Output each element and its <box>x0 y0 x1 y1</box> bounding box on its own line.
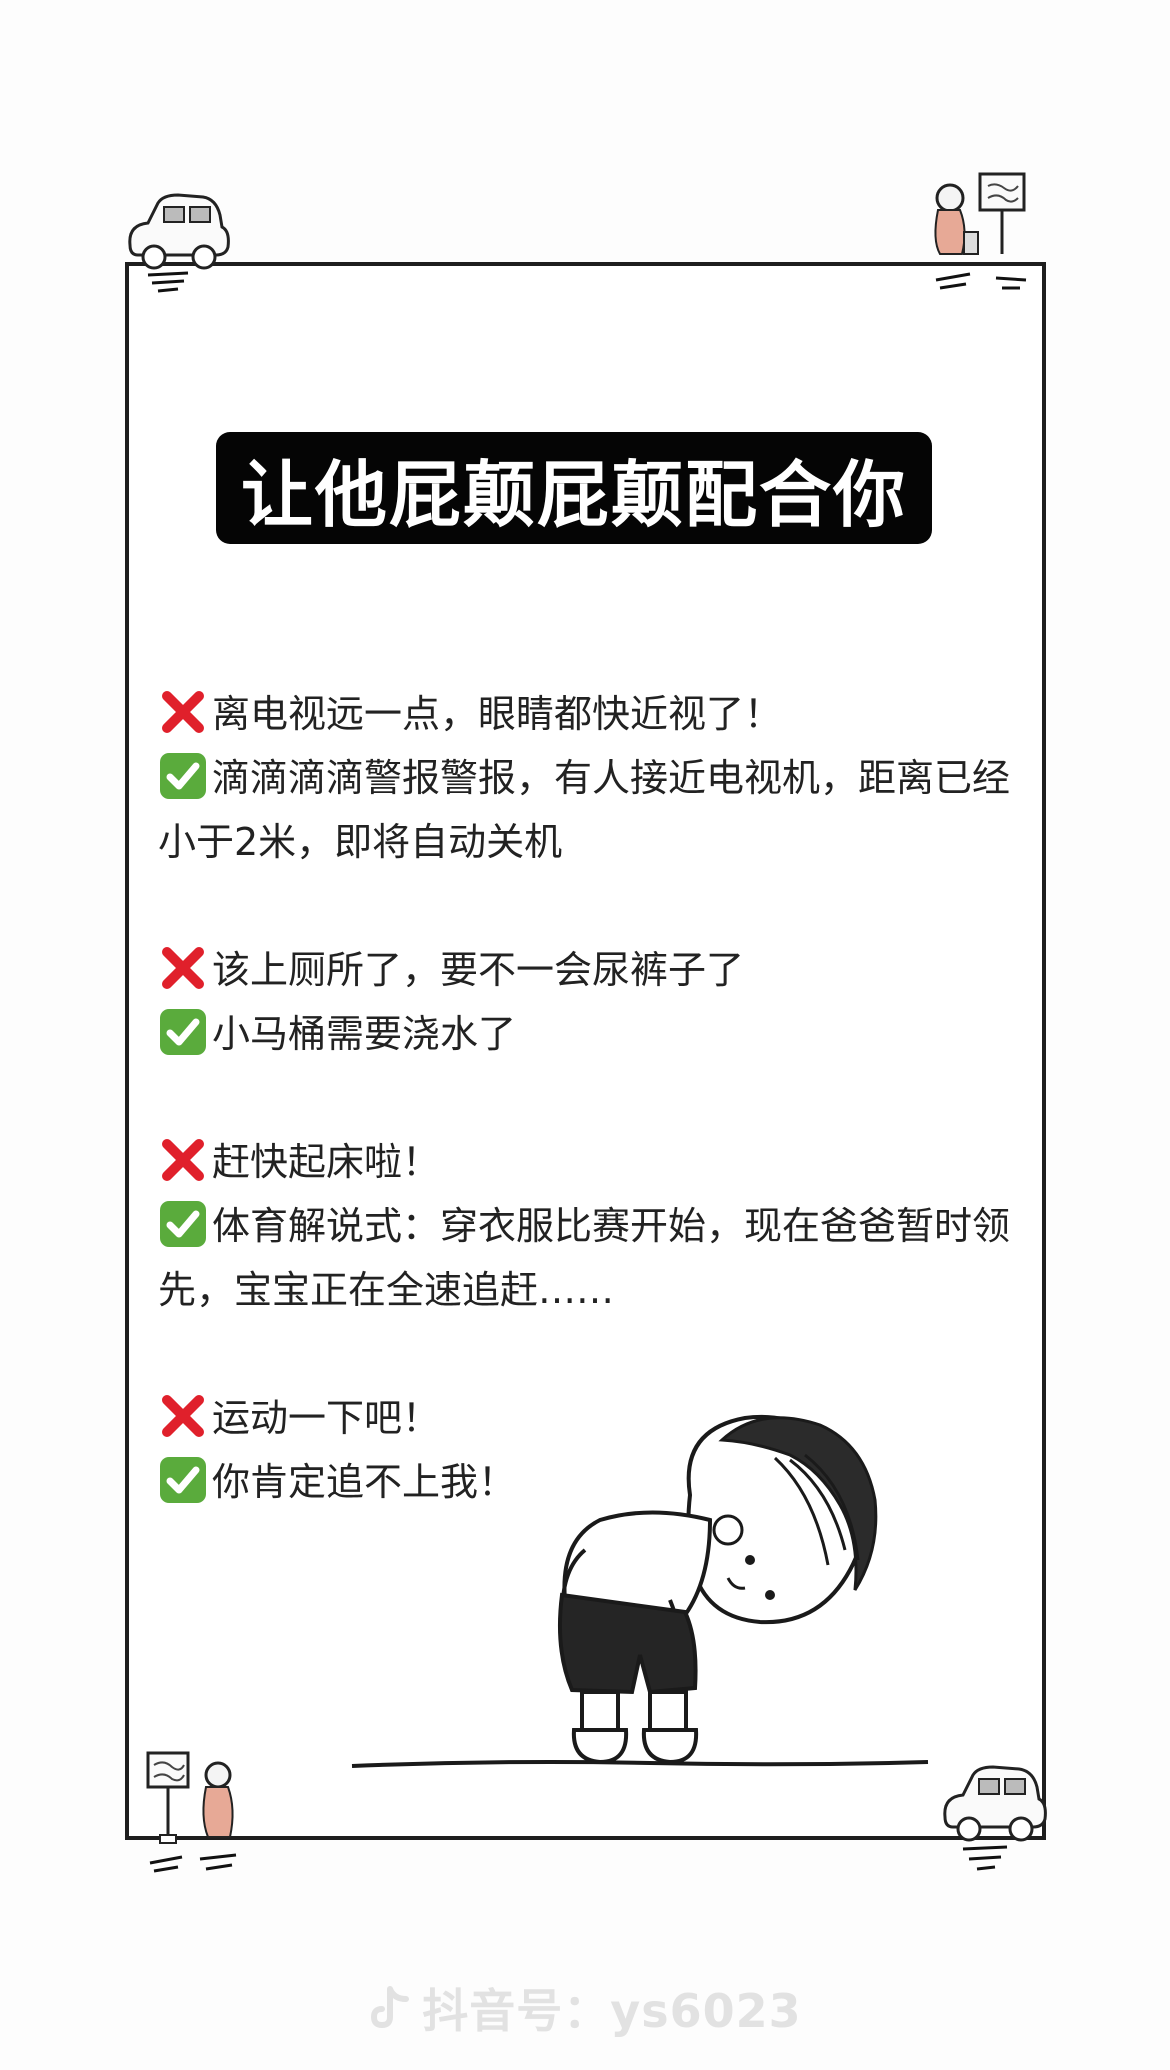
tip-group-1: 离电视远一点，眼睛都快近视了！ 滴滴滴滴警报警报，有人接近电视机，距离已经小于2… <box>158 682 1038 874</box>
right-phrase: 小马桶需要浇水了 <box>212 1012 517 1056</box>
page-title: 让他屁颠屁颠配合你 <box>240 452 907 537</box>
cross-mark-icon <box>158 943 208 993</box>
wrong-phrase: 该上厕所了，要不一会尿裤子了 <box>212 948 745 992</box>
wrong-phrase: 离电视远一点，眼睛都快近视了！ <box>212 692 783 736</box>
cross-mark-icon <box>158 1391 208 1441</box>
wrong-phrase: 赶快起床啦！ <box>212 1140 441 1184</box>
car-illustration-bottom-right <box>943 1765 1047 1871</box>
wrong-line: 离电视远一点，眼睛都快近视了！ <box>158 682 1038 746</box>
right-line: 小马桶需要浇水了 <box>158 1002 1038 1066</box>
cross-mark-icon <box>158 687 208 737</box>
douyin-logo-icon <box>368 1985 412 2044</box>
check-mark-icon <box>158 1199 208 1249</box>
car-illustration-top-left <box>128 193 230 293</box>
check-mark-icon <box>158 751 208 801</box>
right-phrase: 滴滴滴滴警报警报，有人接近电视机，距离已经小于2米，即将自动关机 <box>158 756 1011 864</box>
right-line: 体育解说式：穿衣服比赛开始，现在爸爸暂时领先，宝宝正在全速追赶…… <box>158 1194 1038 1322</box>
wrong-line: 赶快起床啦！ <box>158 1130 1038 1194</box>
person-sign-illustration-top-right <box>934 172 1027 290</box>
watermark: 抖音号：ys6023 <box>0 1975 1170 2044</box>
cross-mark-icon <box>158 1135 208 1185</box>
check-mark-icon <box>158 1455 208 1505</box>
title-banner: 让他屁颠屁颠配合你 <box>216 432 932 544</box>
sign-person-illustration-bottom-left <box>146 1751 237 1873</box>
wrong-line: 该上厕所了，要不一会尿裤子了 <box>158 938 1038 1002</box>
watermark-text: 抖音号：ys6023 <box>422 1984 802 2038</box>
child-bending-illustration <box>351 1414 929 1768</box>
tip-group-2: 该上厕所了，要不一会尿裤子了 小马桶需要浇水了 <box>158 938 1038 1066</box>
check-mark-icon <box>158 1007 208 1057</box>
right-line: 滴滴滴滴警报警报，有人接近电视机，距离已经小于2米，即将自动关机 <box>158 746 1038 874</box>
right-phrase: 体育解说式：穿衣服比赛开始，现在爸爸暂时领先，宝宝正在全速追赶…… <box>158 1204 1011 1312</box>
tip-group-3: 赶快起床啦！ 体育解说式：穿衣服比赛开始，现在爸爸暂时领先，宝宝正在全速追赶…… <box>158 1130 1038 1322</box>
